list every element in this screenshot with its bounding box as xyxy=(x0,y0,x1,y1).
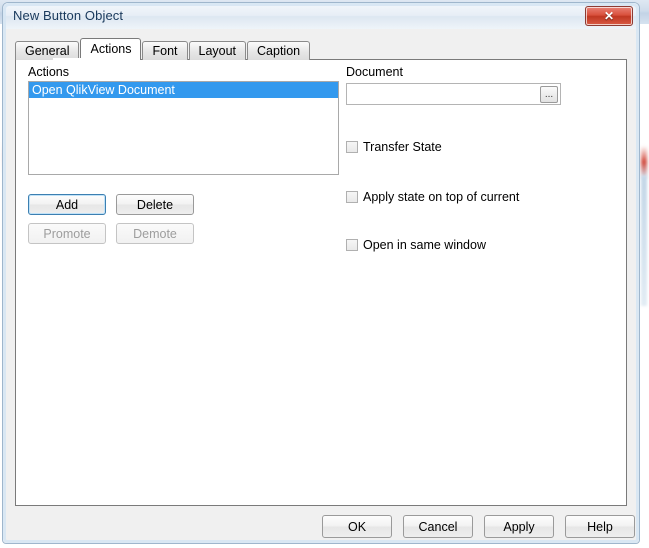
new-button-object-dialog: New Button Object ✕ General Actions Font… xyxy=(2,2,640,544)
cancel-button[interactable]: Cancel xyxy=(403,515,473,538)
open-same-window-checkbox[interactable] xyxy=(346,239,358,251)
title-bar[interactable]: New Button Object ✕ xyxy=(3,3,639,29)
background-edge-right xyxy=(641,146,647,178)
promote-button: Promote xyxy=(28,223,106,244)
close-icon: ✕ xyxy=(603,9,615,23)
close-button[interactable]: ✕ xyxy=(585,6,633,26)
tab-layout[interactable]: Layout xyxy=(188,41,247,60)
apply-state-label: Apply state on top of current xyxy=(363,190,520,204)
actions-listbox[interactable]: Open QlikView Document xyxy=(28,81,339,175)
transfer-state-label: Transfer State xyxy=(363,140,442,154)
apply-button[interactable]: Apply xyxy=(484,515,554,538)
list-item[interactable]: Open QlikView Document xyxy=(29,82,338,98)
tab-font[interactable]: Font xyxy=(142,41,188,60)
delete-button[interactable]: Delete xyxy=(116,194,194,215)
open-same-window-label: Open in same window xyxy=(363,238,486,252)
dialog-title: New Button Object xyxy=(13,8,124,23)
screenshot-root: New Button Object ✕ General Actions Font… xyxy=(0,0,649,548)
browse-button[interactable]: ... xyxy=(540,86,558,103)
actions-tab-panel: Actions Open QlikView Document Add Delet… xyxy=(15,59,627,506)
tab-actions[interactable]: Actions xyxy=(80,38,142,60)
tab-caption[interactable]: Caption xyxy=(247,41,311,60)
actions-label: Actions xyxy=(28,65,69,79)
help-button[interactable]: Help xyxy=(565,515,635,538)
transfer-state-checkbox[interactable] xyxy=(346,141,358,153)
add-button[interactable]: Add xyxy=(28,194,106,215)
apply-state-checkbox[interactable] xyxy=(346,191,358,203)
document-field[interactable]: ... xyxy=(346,83,561,105)
demote-button: Demote xyxy=(116,223,194,244)
background-edge-right-lower xyxy=(641,176,647,306)
document-label: Document xyxy=(346,65,403,79)
ok-button[interactable]: OK xyxy=(322,515,392,538)
document-input[interactable] xyxy=(347,84,560,104)
active-tab-seam xyxy=(53,58,104,61)
